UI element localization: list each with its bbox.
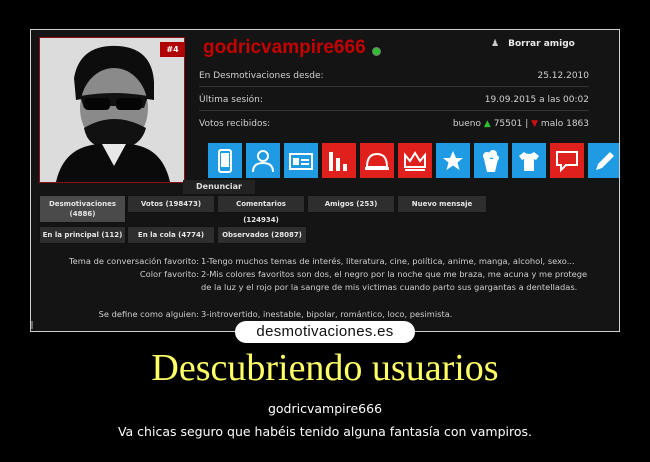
tab-en-la-principal[interactable]: En la principal (112) — [39, 226, 126, 244]
avatar[interactable] — [39, 37, 185, 183]
remove-friend-button[interactable]: ♟ Borrar amigo — [491, 39, 575, 49]
thumb-up-icon: ▲ — [483, 119, 491, 129]
tab-votos[interactable]: Votos (198473) — [127, 195, 215, 213]
votes-up-value: 75501 — [493, 119, 523, 129]
scroll-marker — [31, 321, 33, 329]
tab-observados[interactable]: Observados (28087) — [217, 226, 307, 244]
topic-label: Tema de conversación favorito: — [69, 256, 199, 266]
last-session-label: Última sesión: — [199, 95, 263, 105]
color-value: 2-Mis colores favoritos son dos, el negr… — [201, 269, 588, 292]
votes-separator: | — [525, 119, 529, 129]
user-remove-icon: ♟ — [491, 39, 500, 49]
phone-icon[interactable] — [208, 143, 242, 178]
tab-amigos[interactable]: Amigos (253) — [307, 195, 395, 213]
username[interactable]: godricvampire666 — [203, 37, 366, 59]
site-logo: desmotivaciones.es — [235, 321, 415, 343]
report-button[interactable]: Denunciar — [183, 180, 255, 194]
poster-title: Descubriendo usuarios — [151, 347, 499, 389]
pen-icon[interactable] — [588, 143, 619, 178]
remove-friend-label: Borrar amigo — [508, 39, 575, 49]
divider — [199, 86, 589, 87]
votes-label: Votos recibidos: — [199, 119, 271, 129]
member-since-label: En Desmotivaciones desde: — [199, 71, 324, 81]
poster-author: godricvampire666 — [267, 401, 383, 416]
speech-bubble-icon[interactable] — [550, 143, 584, 178]
star-badge-icon[interactable] — [436, 143, 470, 178]
id-card-icon[interactable] — [284, 143, 318, 178]
topic-value: 1-Tengo muchos temas de interés, literat… — [201, 256, 575, 266]
thumb-down-icon: ▼ — [531, 119, 539, 129]
divider — [199, 110, 589, 111]
votes-down-label: malo — [540, 119, 564, 129]
tab-en-la-cola[interactable]: En la cola (4774) — [127, 226, 215, 244]
rank-badge: #4 — [160, 42, 185, 57]
votes-row: Votos recibidos: bueno ▲ 75501 | ▼ malo … — [199, 119, 589, 129]
poster-caption: Va chicas seguro que habéis tenido algun… — [117, 424, 533, 439]
bar-chart-icon[interactable] — [322, 143, 356, 178]
crown-icon[interactable] — [398, 143, 432, 178]
online-status-icon — [372, 47, 381, 56]
tab-comentarios[interactable]: Comentarios (124934) — [217, 195, 305, 224]
votes-down-value: 1863 — [566, 119, 589, 129]
self-label: Se define como alguien: — [98, 309, 199, 319]
profile-info: Tema de conversación favorito: 1-Tengo m… — [31, 255, 619, 321]
self-value: 3-introvertido, inestable, bipolar, romá… — [201, 309, 453, 319]
tab-nuevo-mensaje[interactable]: Nuevo mensaje — [397, 195, 487, 213]
member-since-row: En Desmotivaciones desde: 25.12.2010 — [199, 71, 589, 81]
shirt-icon[interactable] — [512, 143, 546, 178]
popcorn-icon[interactable] — [474, 143, 508, 178]
profile-panel: #4 godricvampire666 ♟ Borrar amigo En De… — [30, 29, 620, 332]
helmet-icon[interactable] — [360, 143, 394, 178]
color-label: Color favorito: — [139, 269, 199, 279]
tab-desmotivaciones[interactable]: Desmotivaciones (4886) — [39, 195, 126, 223]
last-session-value: 19.09.2015 a las 00:02 — [484, 95, 589, 105]
avatar-portrait — [40, 38, 184, 182]
user-icon[interactable] — [246, 143, 280, 178]
last-session-row: Última sesión: 19.09.2015 a las 00:02 — [199, 95, 589, 105]
votes-up-label: bueno — [452, 119, 482, 129]
votes-value: bueno ▲ 75501 | ▼ malo 1863 — [453, 119, 589, 129]
member-since-value: 25.12.2010 — [537, 71, 589, 81]
